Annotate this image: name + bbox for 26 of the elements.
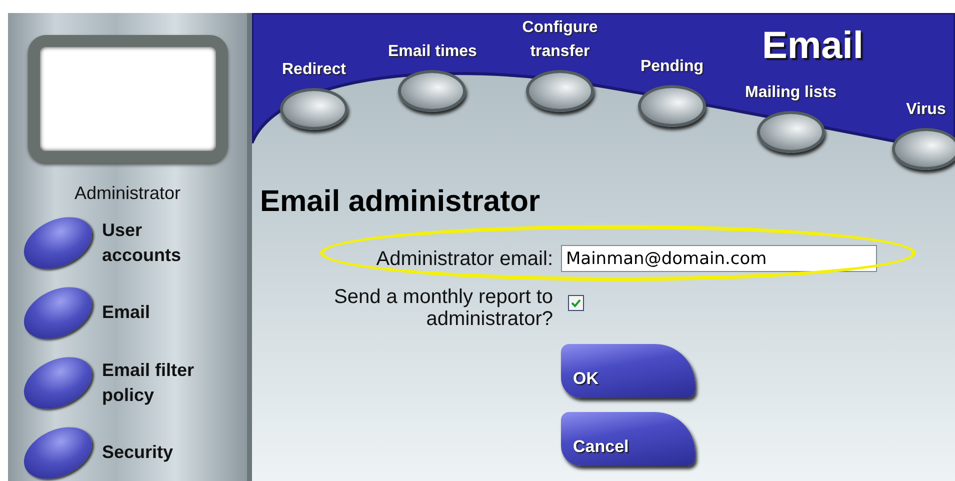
sidebar-item[interactable]: Email [102, 300, 217, 325]
email-field[interactable]: Mainman@domain.com [561, 245, 877, 272]
sidebar-item[interactable]: Email filter policy [102, 358, 217, 408]
user-label: Administrator [74, 183, 181, 204]
action-button[interactable]: Cancel [561, 412, 695, 466]
oval-button-icon[interactable] [398, 70, 466, 112]
sidebar-item[interactable]: User accounts [102, 218, 217, 268]
page-title: Email administrator [260, 185, 542, 219]
section-title: Email [762, 25, 864, 68]
nav-label[interactable]: Configure transfer [515, 16, 605, 64]
nav-label[interactable]: Email times [388, 40, 477, 64]
check-icon [570, 297, 582, 309]
nav-label[interactable]: Redirect [282, 58, 346, 82]
oval-button-icon[interactable] [638, 85, 706, 127]
nav-label[interactable]: Mailing lists [745, 81, 837, 105]
nav-label[interactable]: Pending [640, 55, 704, 79]
sidebar-item[interactable]: Security [102, 440, 217, 465]
checkbox[interactable] [568, 295, 584, 311]
oval-button-icon[interactable] [756, 111, 825, 153]
action-button[interactable]: OK [561, 344, 695, 398]
oval-button-icon[interactable] [892, 128, 955, 170]
field-label: Administrator email: [375, 248, 553, 270]
checkbox-label: Send a monthly report to administrator? [332, 286, 553, 330]
oval-button-icon[interactable] [526, 70, 594, 112]
oval-button-icon[interactable] [280, 88, 348, 130]
nav-label[interactable]: Virus [906, 98, 946, 122]
